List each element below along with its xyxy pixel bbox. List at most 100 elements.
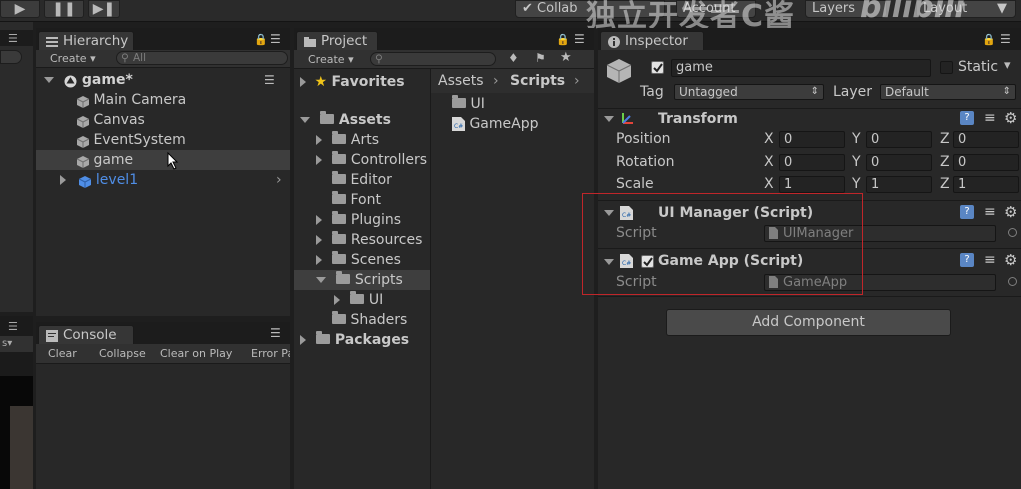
object-picker-icon[interactable] (1008, 277, 1017, 286)
folder-item[interactable]: Resources (316, 230, 430, 250)
scale-y-field[interactable]: 1 (866, 176, 932, 193)
folder-item[interactable]: Controllers (316, 150, 430, 170)
expand-arrow-icon[interactable] (44, 77, 54, 83)
gear-icon[interactable]: ⚙ (1004, 203, 1017, 221)
tag-dropdown[interactable]: Untagged ⇕ (674, 84, 824, 100)
axis-y-label: Y (852, 154, 861, 170)
object-name-input[interactable]: game (671, 59, 931, 77)
expand-arrow-icon[interactable] (316, 255, 322, 265)
panel-menu-icon[interactable]: ☰ (270, 326, 281, 340)
lock-icon[interactable]: 🔒 (556, 33, 570, 46)
create-dropdown[interactable]: Create ▾ (50, 52, 96, 67)
panel-menu-icon[interactable]: ☰ (574, 32, 585, 46)
help-icon[interactable]: ? (960, 111, 974, 125)
tab-hierarchy[interactable]: Hierarchy (38, 31, 134, 50)
breadcrumb-assets[interactable]: Assets (438, 71, 484, 91)
expand-arrow-icon[interactable] (604, 116, 614, 122)
create-dropdown[interactable]: Create ▾ (308, 53, 354, 68)
error-pause-button[interactable]: Error Pause (251, 347, 290, 362)
position-x-field[interactable]: 0 (779, 131, 845, 148)
help-icon[interactable]: ? (960, 205, 974, 219)
expand-arrow-icon[interactable] (316, 155, 322, 165)
position-y-field[interactable]: 0 (866, 131, 932, 148)
rotation-z-field[interactable]: 0 (953, 154, 1019, 171)
help-icon[interactable]: ? (960, 253, 974, 267)
menu-icon[interactable]: ☰ (8, 32, 18, 45)
field-value: 0 (871, 132, 880, 147)
folder-item[interactable]: Editor (332, 170, 430, 190)
expand-arrow-icon[interactable] (316, 235, 322, 245)
expand-arrow-icon[interactable] (316, 135, 322, 145)
preset-sliders-icon[interactable]: ≡ (984, 204, 996, 220)
object-picker-icon[interactable] (1008, 228, 1017, 237)
expand-arrow-icon[interactable] (300, 335, 306, 345)
preset-sliders-icon[interactable]: ≡ (984, 110, 996, 126)
play-button[interactable]: ▶ (0, 0, 40, 18)
hierarchy-search-input[interactable]: ⚲ All (116, 51, 288, 65)
folder-item[interactable]: Font (332, 190, 430, 210)
hierarchy-item-selected[interactable]: game (36, 150, 290, 170)
lock-icon[interactable]: 🔒 (982, 33, 996, 46)
scale-z-field[interactable]: 1 (953, 176, 1019, 193)
gear-icon[interactable]: ⚙ (1004, 251, 1017, 269)
expand-arrow-icon[interactable] (316, 215, 322, 225)
expand-arrow-icon[interactable] (300, 77, 306, 87)
hierarchy-item[interactable]: Main Camera (36, 90, 290, 110)
hierarchy-item-prefab[interactable]: level1 › (36, 170, 290, 190)
folder-item-selected[interactable]: Scripts (294, 270, 430, 290)
folder-item[interactable]: Arts (316, 130, 430, 150)
tab-console[interactable]: Console (38, 325, 134, 344)
clear-on-play-button[interactable]: Clear on Play (160, 347, 232, 362)
panel-menu-icon[interactable]: ☰ (270, 32, 281, 46)
scale-x-field[interactable]: 1 (779, 176, 845, 193)
add-component-button[interactable]: Add Component (666, 309, 951, 336)
expand-arrow-icon[interactable] (60, 175, 66, 185)
pause-button[interactable]: ❚❚ (44, 0, 84, 18)
folder-label: Editor (350, 172, 392, 188)
clear-button[interactable]: Clear (48, 347, 77, 362)
filter-type-icon[interactable]: ♦ (508, 51, 519, 65)
csharp-script-icon: C# (452, 117, 465, 131)
filter-label-icon[interactable]: ⚑ (535, 51, 546, 65)
packages-row[interactable]: Packages (300, 330, 428, 350)
scene-name: game* (81, 72, 133, 88)
asset-item[interactable]: C# GameApp (452, 114, 592, 134)
step-button[interactable]: ▶❚ (88, 0, 120, 18)
asset-item[interactable]: UI (452, 94, 592, 114)
panel-menu-icon[interactable]: ☰ (1000, 32, 1011, 46)
folder-item[interactable]: UI (334, 290, 430, 310)
tab-inspector[interactable]: Inspector (600, 31, 704, 50)
folder-item[interactable]: Scenes (316, 250, 430, 270)
expand-arrow-icon[interactable] (300, 117, 310, 123)
layer-dropdown[interactable]: Default ⇕ (880, 84, 1016, 100)
breadcrumb-scripts[interactable]: Scripts (510, 71, 565, 91)
chevron-right-icon[interactable]: › (276, 170, 282, 190)
hierarchy-item[interactable]: EventSystem (36, 130, 290, 150)
position-z-field[interactable]: 0 (953, 131, 1019, 148)
menu-icon[interactable]: ☰ (8, 320, 18, 333)
rotation-y-field[interactable]: 0 (866, 154, 932, 171)
hierarchy-item[interactable]: Canvas (36, 110, 290, 130)
assets-row[interactable]: Assets (300, 110, 428, 130)
rotation-x-field[interactable]: 0 (779, 154, 845, 171)
gear-icon[interactable]: ⚙ (1004, 109, 1017, 127)
folder-item[interactable]: Shaders (332, 310, 430, 330)
folder-item[interactable]: Plugins (316, 210, 430, 230)
collapse-button[interactable]: Collapse (99, 347, 146, 362)
caret-down-icon[interactable]: ▾ (1004, 58, 1011, 73)
static-checkbox[interactable] (940, 61, 953, 74)
gameobject-icon (76, 154, 90, 168)
star-icon[interactable]: ★ (560, 50, 572, 65)
scene-row[interactable]: game* ☰ (36, 70, 290, 90)
expand-arrow-icon[interactable] (316, 277, 326, 283)
lock-icon[interactable]: 🔒 (254, 33, 268, 46)
scene-search[interactable] (0, 50, 22, 64)
active-checkbox[interactable] (651, 61, 664, 74)
scene-menu-icon[interactable]: ☰ (264, 70, 275, 90)
tab-project[interactable]: Project (296, 31, 378, 50)
preset-sliders-icon[interactable]: ≡ (984, 252, 996, 268)
project-search-input[interactable]: ⚲ (370, 52, 496, 66)
divider (430, 69, 431, 489)
favorites-row[interactable]: ★ Favorites (300, 72, 428, 92)
expand-arrow-icon[interactable] (334, 295, 340, 305)
